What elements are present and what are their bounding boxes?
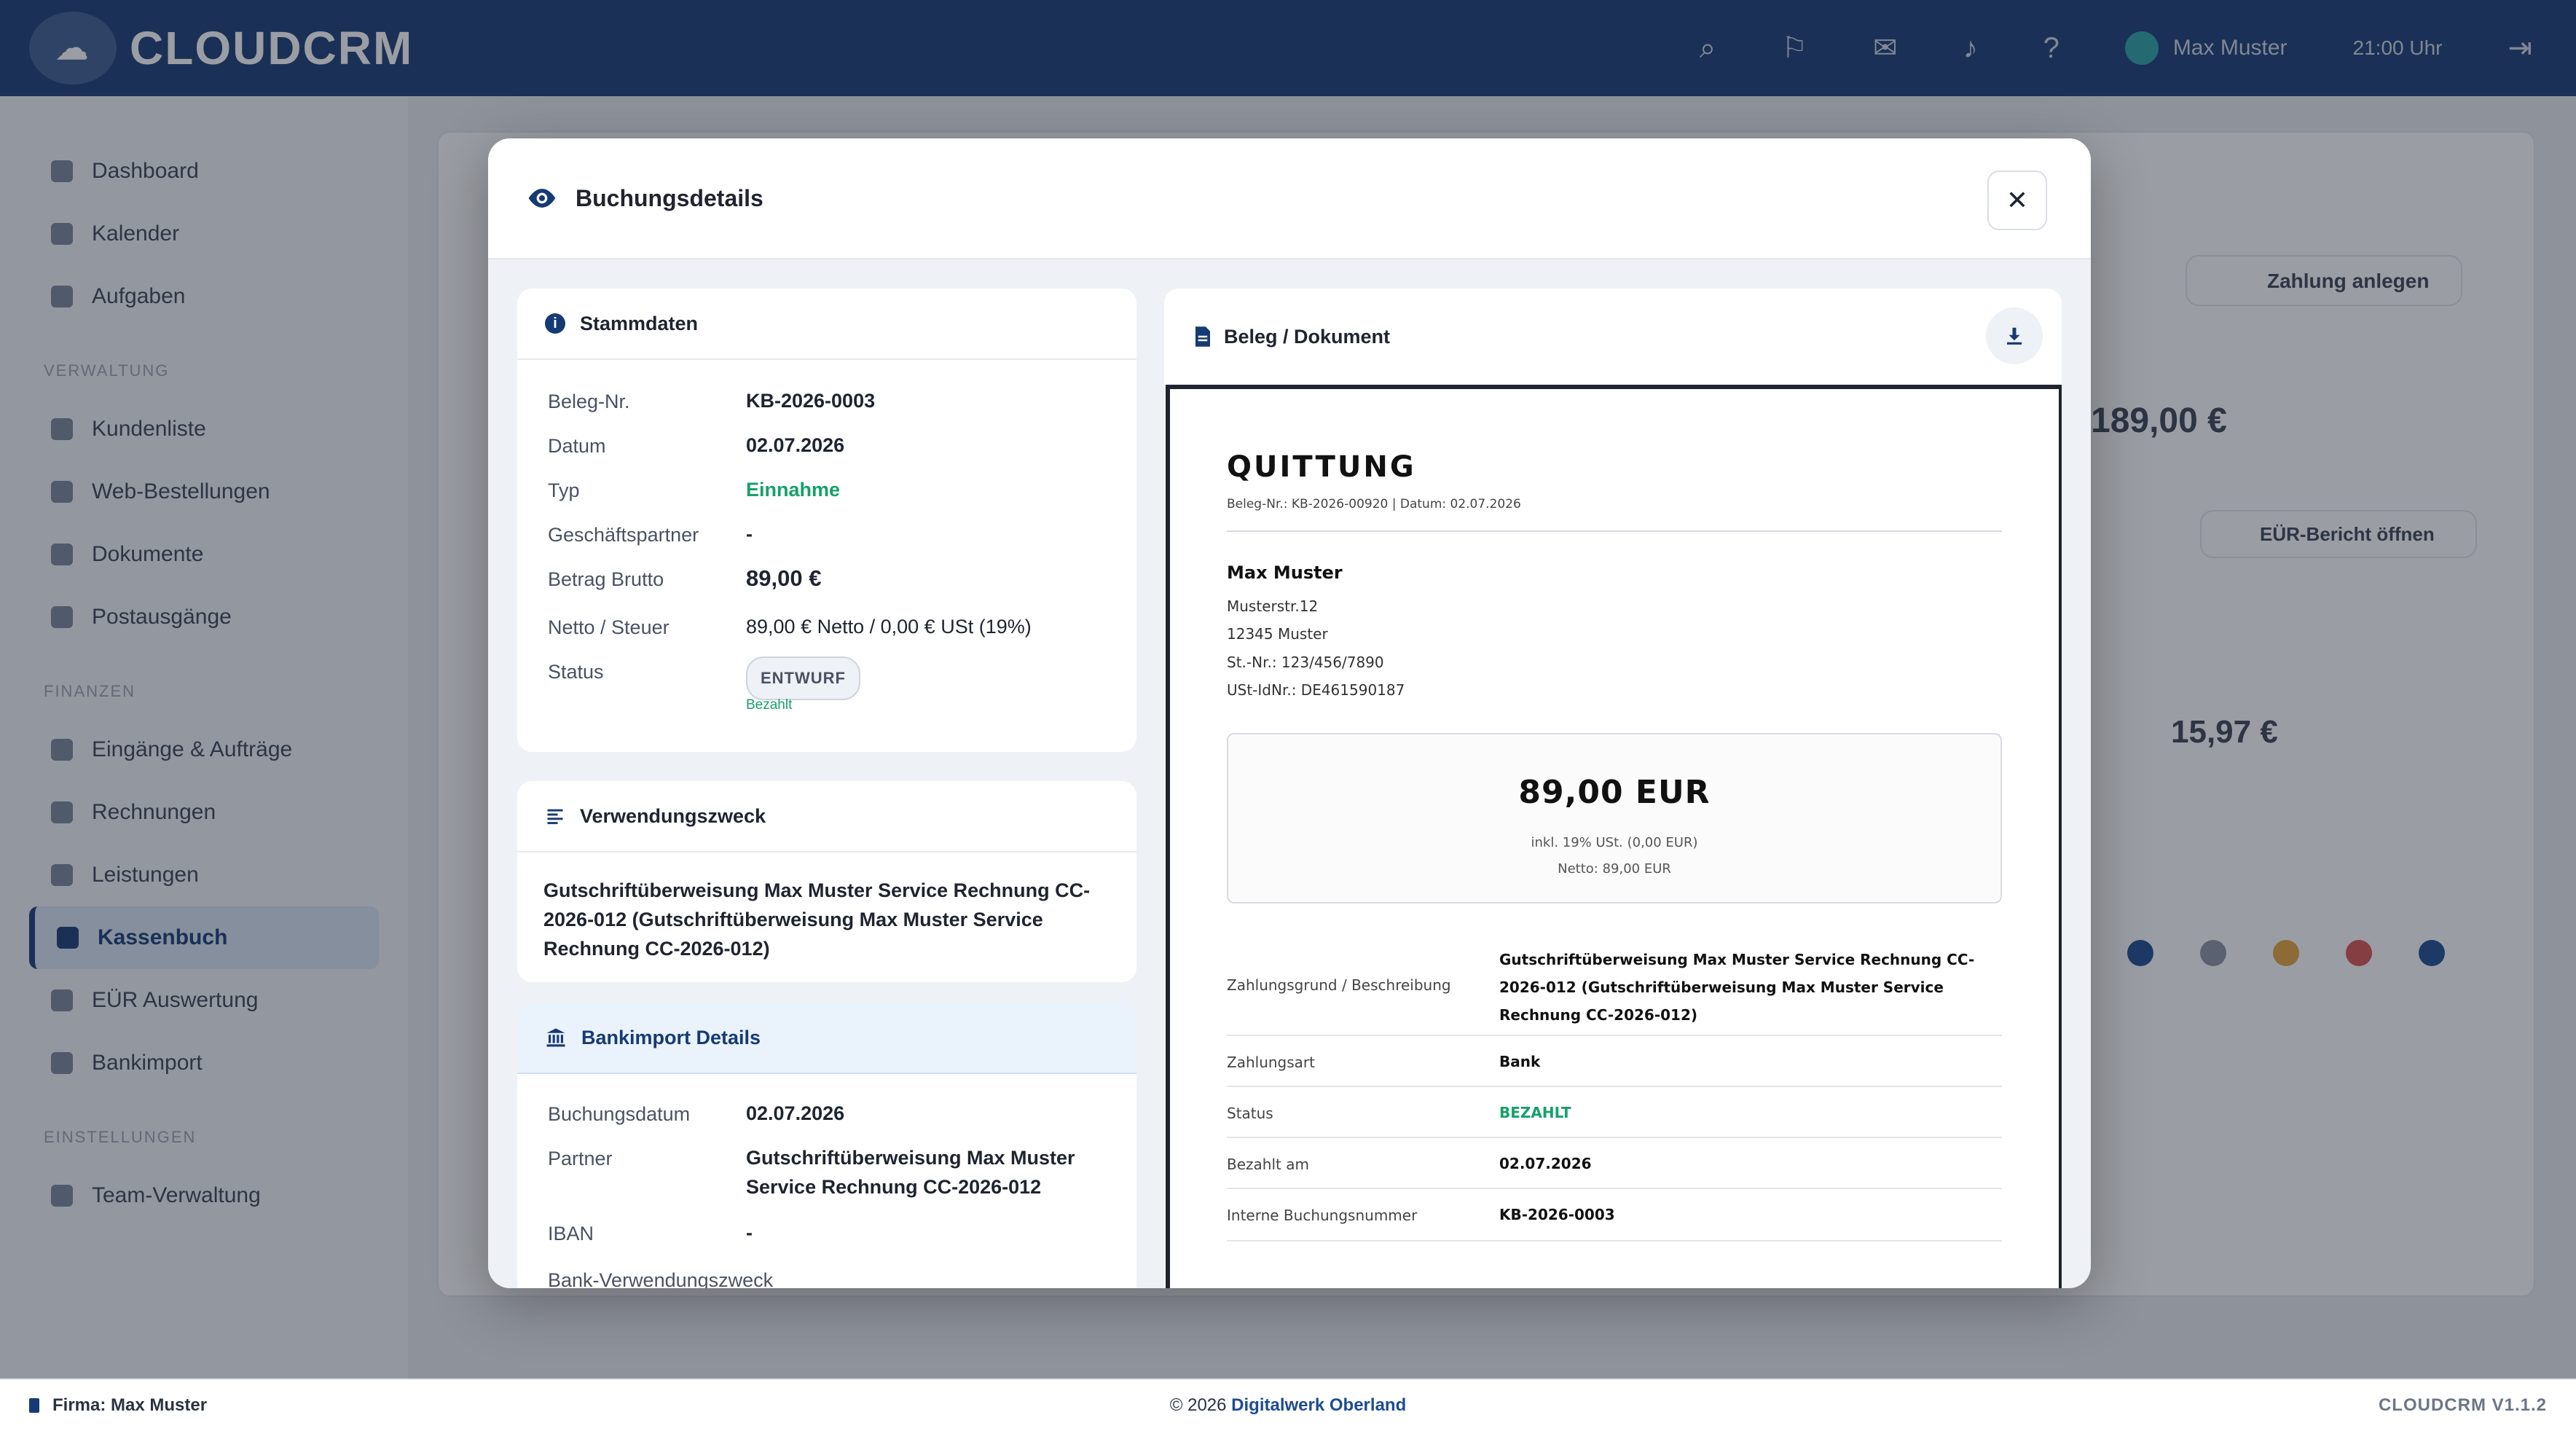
field-value: - xyxy=(746,1222,753,1244)
issuer-address-line: USt-IdNr.: DE461590187 xyxy=(1227,681,1405,699)
field-value: 02.07.2026 xyxy=(746,434,845,456)
detail-row-status: Status BEZAHLT xyxy=(1227,1087,2002,1138)
field-value: KB-2026-0003 xyxy=(746,390,876,412)
field-value: 89,00 € xyxy=(746,565,822,591)
field-label: Betrag Brutto xyxy=(548,568,664,590)
detail-value: 02.07.2026 xyxy=(1499,1155,1592,1172)
copyright-text: © 2026 xyxy=(1169,1395,1227,1415)
version-label: CLOUDCRM V1.1.2 xyxy=(2378,1395,2547,1415)
beleg-card: Beleg / Dokument QUITTUNG Beleg-Nr.: KB-… xyxy=(1164,289,2062,1288)
detail-label: Status xyxy=(1227,1105,1273,1122)
detail-value: Bank xyxy=(1499,1053,1541,1070)
field-value: 89,00 € Netto / 0,00 € USt (19%) xyxy=(746,616,1032,638)
detail-value: BEZAHLT xyxy=(1499,1104,1571,1121)
issuer-address-line: St.-Nr.: 123/456/7890 xyxy=(1227,654,1384,671)
field-value: - xyxy=(746,523,753,545)
amount-total: 89,00 EUR xyxy=(1518,774,1711,811)
purpose-text: Gutschriftüberweisung Max Muster Service… xyxy=(543,879,1091,960)
footer-copyright: © 2026 Digitalwerk Oberland xyxy=(1170,1395,1406,1416)
field-label: Geschäftspartner xyxy=(548,524,699,546)
verwendungszweck-title: Verwendungszweck xyxy=(580,804,766,827)
field-value: 02.07.2026 xyxy=(746,1102,845,1124)
field-label: IBAN xyxy=(548,1223,594,1244)
stammdaten-card: i Stammdaten Beleg-Nr. KB-2026-0003 Datu… xyxy=(517,289,1136,752)
field-label: Typ xyxy=(548,479,580,501)
download-icon xyxy=(2007,327,2022,345)
detail-row-bezahlt-am: Bezahlt am 02.07.2026 xyxy=(1227,1138,2002,1189)
detail-row-zahlungsart: Zahlungsart Bank xyxy=(1227,1036,2002,1087)
stammdaten-header: i Stammdaten xyxy=(517,289,1136,360)
status-badge: ENTWURF xyxy=(746,656,860,700)
building-icon xyxy=(29,1398,39,1413)
detail-row-zahlungsgrund: Zahlungsgrund / Beschreibung Gutschriftü… xyxy=(1227,946,2002,1036)
amount-tax: inkl. 19% USt. (0,00 EUR) xyxy=(1531,835,1698,850)
bankimport-card: Bankimport Details Buchungsdatum 02.07.2… xyxy=(517,1003,1136,1288)
file-icon xyxy=(1195,326,1210,347)
receipt-meta: Beleg-Nr.: KB-2026-00920 | Datum: 02.07.… xyxy=(1227,497,1521,511)
detail-value: KB-2026-0003 xyxy=(1499,1206,1615,1223)
booking-details-modal: Buchungsdetails ✕ i Stammdaten Beleg-Nr.… xyxy=(488,138,2091,1288)
amount-net: Netto: 89,00 EUR xyxy=(1558,861,1671,877)
receipt-document: QUITTUNG Beleg-Nr.: KB-2026-00920 | Datu… xyxy=(1166,385,2062,1288)
field-label: Buchungsdatum xyxy=(548,1103,691,1125)
beleg-title: Beleg / Dokument xyxy=(1224,325,1391,348)
company-link[interactable]: Digitalwerk Oberland xyxy=(1231,1395,1406,1415)
firm-name: Firma: Max Muster xyxy=(52,1395,208,1415)
info-icon: i xyxy=(545,313,565,334)
field-value: Gutschriftüberweisung Max Muster Service… xyxy=(746,1147,1075,1198)
field-value: Einnahme xyxy=(746,479,841,501)
beleg-header: Beleg / Dokument xyxy=(1164,289,2062,385)
eye-icon xyxy=(528,189,556,208)
text-lines-icon xyxy=(547,809,563,825)
field-label: Bank-Verwendungszweck xyxy=(548,1269,774,1288)
bankimport-title: Bankimport Details xyxy=(581,1026,761,1048)
status-value: ENTWURF xyxy=(746,656,1125,700)
close-button[interactable]: ✕ xyxy=(1987,170,2047,230)
status-subtext: Bezahlt xyxy=(746,697,793,713)
issuer-address-line: 12345 Muster xyxy=(1227,625,1328,643)
footer: Firma: Max Muster © 2026 Digitalwerk Obe… xyxy=(0,1379,2576,1431)
verwendungszweck-card: Verwendungszweck Gutschriftüberweisung M… xyxy=(517,781,1136,982)
field-label: Status xyxy=(548,661,604,683)
modal-title: Buchungsdetails xyxy=(576,184,763,211)
verwendungszweck-header: Verwendungszweck xyxy=(517,781,1136,852)
modal-header: Buchungsdetails ✕ xyxy=(488,138,2091,259)
bankimport-header: Bankimport Details xyxy=(517,1003,1136,1074)
detail-label: Interne Buchungsnummer xyxy=(1227,1207,1418,1224)
amount-box: 89,00 EUR inkl. 19% USt. (0,00 EUR) Nett… xyxy=(1227,733,2002,903)
detail-label: Bezahlt am xyxy=(1227,1156,1309,1173)
field-label: Partner xyxy=(548,1148,613,1169)
divider xyxy=(1227,530,2002,532)
field-label: Datum xyxy=(548,435,606,457)
field-label: Beleg-Nr. xyxy=(548,391,630,412)
download-button[interactable] xyxy=(1986,307,2043,364)
detail-value: Gutschriftüberweisung Max Muster Service… xyxy=(1499,951,1975,1024)
detail-row-buchungsnummer: Interne Buchungsnummer KB-2026-0003 xyxy=(1227,1189,2002,1242)
issuer-address-line: Musterstr.12 xyxy=(1227,597,1319,615)
receipt-title: QUITTUNG xyxy=(1227,450,1416,484)
detail-label: Zahlungsgrund / Beschreibung xyxy=(1227,976,1451,994)
stammdaten-title: Stammdaten xyxy=(580,312,699,334)
detail-label: Zahlungsart xyxy=(1227,1054,1315,1071)
field-label: Netto / Steuer xyxy=(548,616,669,638)
bank-icon xyxy=(546,1028,565,1047)
issuer-name: Max Muster xyxy=(1227,562,1343,583)
footer-firm: Firma: Max Muster xyxy=(29,1395,207,1416)
